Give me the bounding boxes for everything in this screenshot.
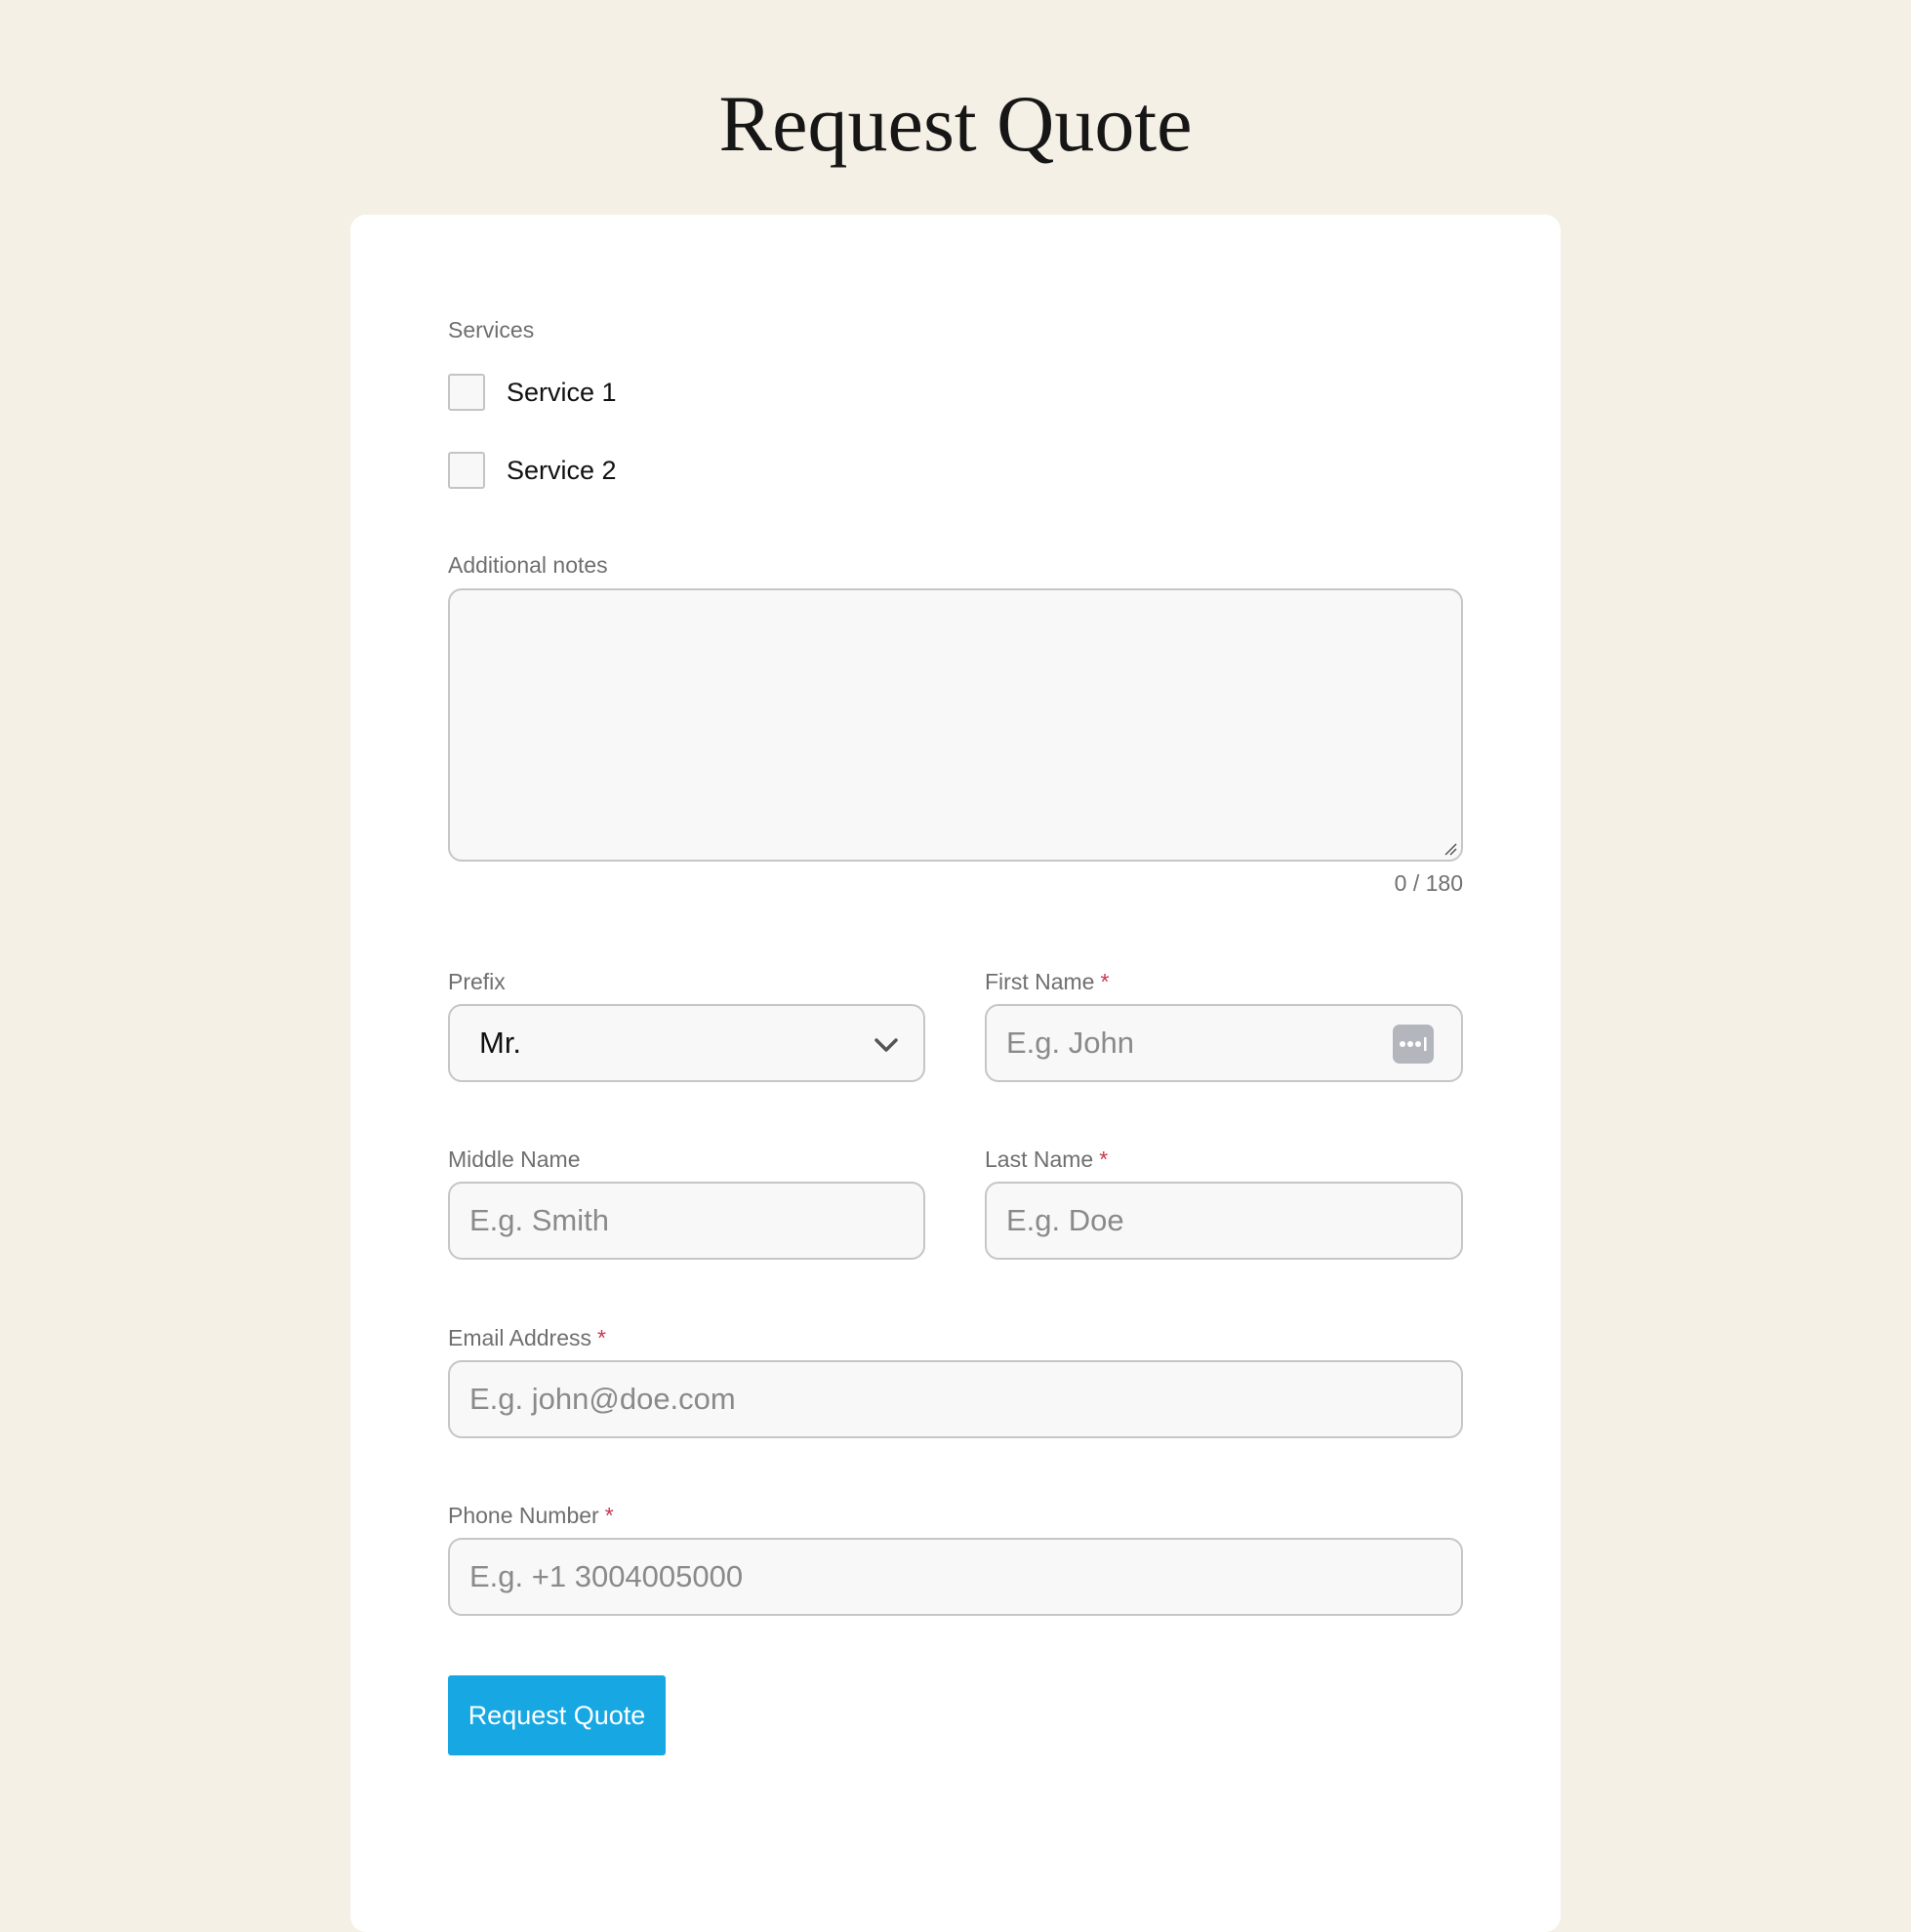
- service-2-checkbox[interactable]: [448, 452, 485, 489]
- additional-notes-label: Additional notes: [448, 552, 608, 578]
- required-asterisk: *: [597, 1325, 606, 1350]
- last-name-label: Last Name *: [985, 1146, 1108, 1173]
- service-1-checkbox[interactable]: [448, 374, 485, 411]
- service-1-option[interactable]: Service 1: [448, 373, 617, 412]
- email-label-text: Email Address: [448, 1325, 592, 1350]
- required-asterisk: *: [1099, 1147, 1109, 1172]
- last-name-placeholder: E.g. Doe: [1006, 1203, 1124, 1237]
- email-label: Email Address *: [448, 1324, 606, 1351]
- middle-name-input[interactable]: E.g. Smith: [448, 1182, 925, 1260]
- page-title: Request Quote: [718, 79, 1193, 168]
- additional-notes-textarea[interactable]: [448, 588, 1463, 862]
- first-name-input[interactable]: E.g. John: [985, 1004, 1463, 1082]
- prefix-label: Prefix: [448, 969, 506, 994]
- services-label: Services: [448, 317, 535, 342]
- notes-character-counter: 0 / 180: [1394, 870, 1463, 896]
- prefix-select[interactable]: Mr.: [448, 1004, 925, 1082]
- required-asterisk: *: [1100, 969, 1110, 994]
- phone-input[interactable]: E.g. +1 3004005000: [448, 1538, 1463, 1616]
- service-2-label[interactable]: Service 2: [507, 456, 617, 486]
- prefix-selected-value: Mr.: [479, 1026, 522, 1060]
- first-name-placeholder: E.g. John: [1006, 1026, 1134, 1060]
- first-name-label-text: First Name: [985, 969, 1095, 994]
- quote-form-card: Services Service 1 Service 2 Additional …: [350, 215, 1561, 1932]
- last-name-input[interactable]: E.g. Doe: [985, 1182, 1463, 1260]
- required-asterisk: *: [604, 1503, 614, 1528]
- phone-placeholder: E.g. +1 3004005000: [469, 1559, 744, 1593]
- middle-name-placeholder: E.g. Smith: [469, 1203, 609, 1237]
- first-name-label: First Name *: [985, 968, 1109, 995]
- service-2-option[interactable]: Service 2: [448, 451, 617, 490]
- phone-label: Phone Number *: [448, 1502, 614, 1529]
- password-manager-icon[interactable]: [1393, 1025, 1434, 1064]
- email-placeholder: E.g. john@doe.com: [469, 1382, 736, 1416]
- request-quote-button[interactable]: Request Quote: [448, 1675, 666, 1755]
- phone-label-text: Phone Number: [448, 1503, 599, 1528]
- last-name-label-text: Last Name: [985, 1147, 1094, 1172]
- middle-name-label: Middle Name: [448, 1147, 581, 1172]
- resize-handle-icon[interactable]: [1443, 842, 1457, 856]
- service-1-label[interactable]: Service 1: [507, 378, 617, 408]
- chevron-down-icon: [874, 1038, 898, 1052]
- email-input[interactable]: E.g. john@doe.com: [448, 1360, 1463, 1438]
